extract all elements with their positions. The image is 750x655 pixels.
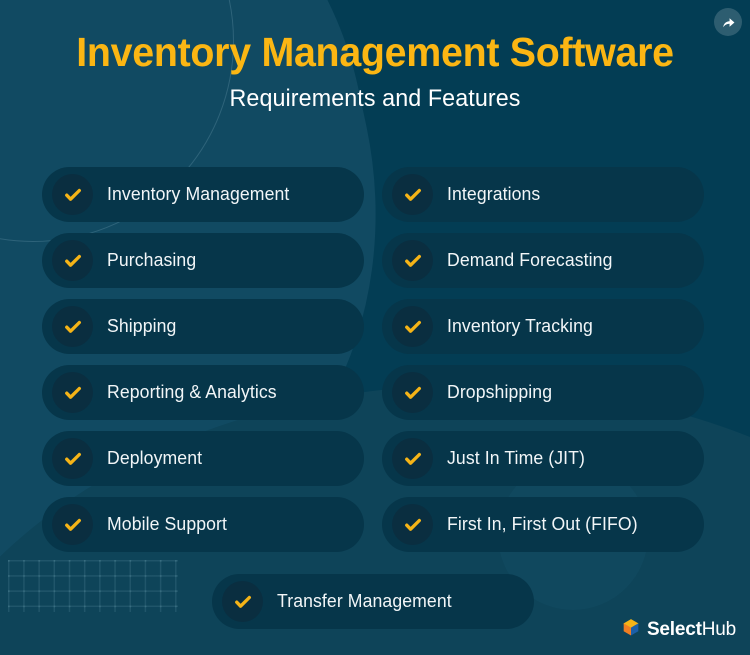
selecthub-cube-icon xyxy=(622,618,640,641)
logo-text-select: Select xyxy=(646,619,702,640)
feature-label: First In, First Out (FIFO) xyxy=(447,514,638,534)
feature-pill-shipping[interactable]: Shipping xyxy=(42,299,364,354)
feature-pill-inventory-tracking[interactable]: Inventory Tracking xyxy=(382,299,704,354)
feature-pill-integrations[interactable]: Integrations xyxy=(382,167,704,222)
check-icon xyxy=(392,372,433,413)
share-arrow-icon xyxy=(721,15,736,30)
check-icon xyxy=(392,438,433,479)
check-icon xyxy=(52,240,93,281)
feature-row-centered: Transfer Management xyxy=(42,563,704,629)
feature-label: Integrations xyxy=(447,184,541,204)
feature-pill-transfer-management[interactable]: Transfer Management xyxy=(212,574,534,629)
feature-pill-mobile-support[interactable]: Mobile Support xyxy=(42,497,364,552)
feature-label: Reporting & Analytics xyxy=(107,382,277,402)
feature-label: Shipping xyxy=(107,316,177,336)
feature-pill-dropshipping[interactable]: Dropshipping xyxy=(382,365,704,420)
feature-pill-first-in-first-out[interactable]: First In, First Out (FIFO) xyxy=(382,497,704,552)
feature-pill-demand-forecasting[interactable]: Demand Forecasting xyxy=(382,233,704,288)
selecthub-logo[interactable]: SelectHub xyxy=(622,618,736,641)
check-icon xyxy=(392,504,433,545)
feature-pill-just-in-time[interactable]: Just In Time (JIT) xyxy=(382,431,704,486)
feature-label: Dropshipping xyxy=(447,382,553,402)
feature-label: Mobile Support xyxy=(107,514,228,534)
check-icon xyxy=(52,306,93,347)
check-icon xyxy=(392,174,433,215)
feature-label: Purchasing xyxy=(107,250,197,270)
check-icon xyxy=(392,306,433,347)
feature-pill-deployment[interactable]: Deployment xyxy=(42,431,364,486)
logo-text-hub: Hub xyxy=(701,619,736,640)
check-icon xyxy=(52,174,93,215)
check-icon xyxy=(52,504,93,545)
feature-label: Transfer Management xyxy=(277,591,452,611)
feature-pill-reporting-analytics[interactable]: Reporting & Analytics xyxy=(42,365,364,420)
feature-label: Deployment xyxy=(107,448,203,468)
infographic-canvas: Inventory Management Software Requiremen… xyxy=(0,0,750,655)
check-icon xyxy=(52,372,93,413)
feature-list: Inventory Management Integrations Purcha… xyxy=(42,167,704,629)
feature-grid: Inventory Management Integrations Purcha… xyxy=(42,167,704,629)
check-icon xyxy=(222,581,263,622)
feature-label: Inventory Management xyxy=(107,184,290,204)
feature-label: Just In Time (JIT) xyxy=(447,448,586,468)
selecthub-wordmark: SelectHub xyxy=(647,620,736,639)
header: Inventory Management Software Requiremen… xyxy=(0,0,750,112)
feature-label: Inventory Tracking xyxy=(447,316,593,336)
feature-label: Demand Forecasting xyxy=(447,250,613,270)
page-subtitle: Requirements and Features xyxy=(229,85,521,113)
feature-pill-inventory-management[interactable]: Inventory Management xyxy=(42,167,364,222)
check-icon xyxy=(52,438,93,479)
share-button[interactable] xyxy=(714,8,742,36)
check-icon xyxy=(392,240,433,281)
page-title: Inventory Management Software xyxy=(76,29,674,75)
feature-pill-purchasing[interactable]: Purchasing xyxy=(42,233,364,288)
